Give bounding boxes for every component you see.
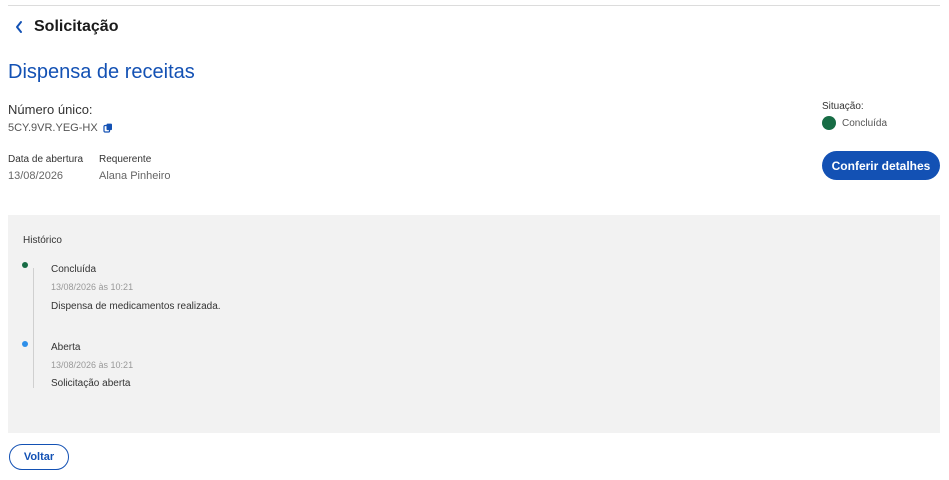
timeline-dot-icon — [22, 262, 28, 268]
opening-date-label: Data de abertura — [8, 154, 84, 165]
unique-number-value: 5CY.9VR.YEG-HX — [8, 122, 98, 134]
timeline-timestamp: 13/08/2026 às 10:21 — [51, 360, 134, 370]
status-label: Situação: — [822, 101, 864, 112]
copy-icon[interactable] — [103, 123, 113, 133]
timeline-status: Concluída — [51, 264, 97, 275]
opening-date-field: Data de abertura 13/08/2026 — [8, 154, 83, 182]
timeline-description: Solicitação aberta — [51, 378, 131, 389]
back-link[interactable]: Solicitação — [14, 18, 118, 36]
back-button[interactable]: Voltar — [9, 444, 69, 470]
status-dot-icon — [822, 116, 836, 130]
timeline-dot-icon — [22, 341, 28, 347]
history-panel: Histórico Concluída 13/08/2026 às 10:21 … — [8, 215, 940, 433]
history-title: Histórico — [23, 235, 62, 246]
status-value: Concluída — [842, 117, 888, 129]
unique-number-row: 5CY.9VR.YEG-HX — [8, 122, 113, 134]
requester-value: Alana Pinheiro — [99, 170, 171, 182]
timeline-timestamp: 13/08/2026 às 10:21 — [51, 282, 134, 292]
page-title: Dispensa de receitas — [8, 61, 195, 83]
section-title: Solicitação — [34, 18, 119, 35]
timeline-description: Dispensa de medicamentos realizada. — [51, 301, 221, 312]
request-detail-page: Solicitação Dispensa de receitas Número … — [0, 0, 949, 480]
chevron-left-icon — [16, 21, 22, 33]
timeline-line — [33, 268, 34, 388]
status-badge: Concluída — [822, 116, 887, 130]
view-details-button[interactable]: Conferir detalhes — [822, 151, 940, 180]
top-divider — [8, 5, 940, 6]
unique-number-label: Número único: — [8, 102, 93, 117]
timeline-status: Aberta — [51, 342, 81, 353]
opening-date-value: 13/08/2026 — [8, 170, 64, 182]
requester-field: Requerente Alana Pinheiro — [99, 154, 171, 182]
requester-label: Requerente — [99, 154, 152, 165]
